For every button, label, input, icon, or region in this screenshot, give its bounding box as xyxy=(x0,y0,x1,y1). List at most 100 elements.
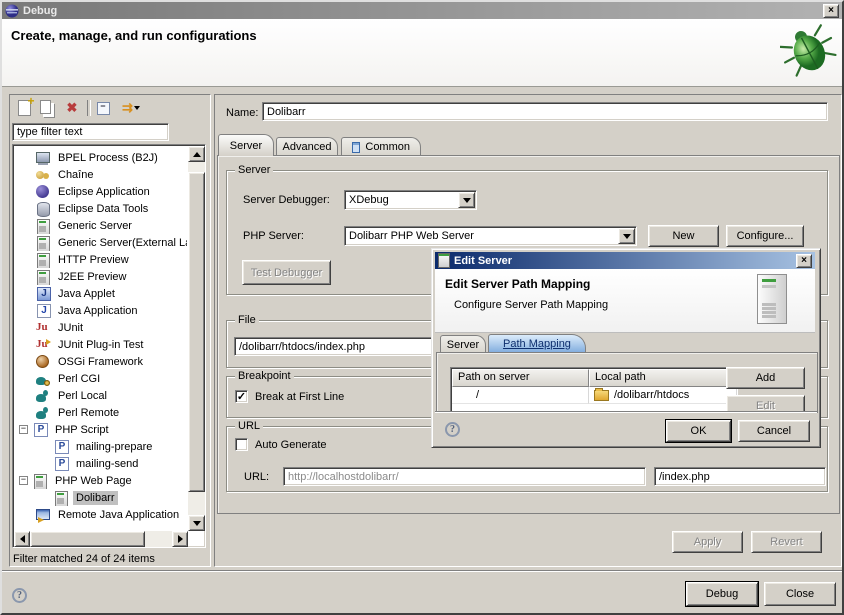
help-icon[interactable]: ? xyxy=(12,588,27,603)
dialog-tab-server[interactable]: Server xyxy=(440,335,486,353)
tab-server[interactable]: Server xyxy=(218,134,274,156)
column-header-local-path[interactable]: Local path xyxy=(589,369,737,387)
collapse-all-icon[interactable]: − xyxy=(92,98,114,118)
osgi-icon xyxy=(35,354,51,370)
duplicate-configuration-icon[interactable] xyxy=(37,98,59,118)
filter-configurations-icon[interactable]: ⇉ xyxy=(116,98,146,118)
tab-advanced[interactable]: Advanced xyxy=(276,137,338,156)
tree-item-dolibarr[interactable]: Dolibarr xyxy=(15,489,187,506)
bug-icon xyxy=(780,22,838,78)
eclipse-sphere-icon xyxy=(35,184,51,200)
ok-button[interactable]: OK xyxy=(666,420,731,442)
debug-button[interactable]: Debug xyxy=(686,582,758,606)
name-input[interactable] xyxy=(262,102,828,121)
auto-generate-checkbox[interactable] xyxy=(235,438,248,451)
new-configuration-icon[interactable] xyxy=(13,98,35,118)
php-icon xyxy=(32,422,48,438)
tree-item-generic-server[interactable]: Generic Server xyxy=(15,217,187,234)
configuration-tree: BPEL Process (B2J) Chaîne Eclipse Applic… xyxy=(12,144,206,548)
tree-item-http-preview[interactable]: HTTP Preview xyxy=(15,251,187,268)
cancel-button[interactable]: Cancel xyxy=(738,420,810,442)
java-application-icon xyxy=(35,303,51,319)
tree-item-php-web-page[interactable]: −PHP Web Page xyxy=(15,472,187,489)
filter-input[interactable] xyxy=(12,123,169,141)
tree-item-remote-java-application[interactable]: Remote Java Application xyxy=(15,506,187,523)
tree-item-j2ee-preview[interactable]: J2EE Preview xyxy=(15,268,187,285)
revert-button[interactable]: Revert xyxy=(751,531,822,553)
dialog-subheading: Configure Server Path Mapping xyxy=(454,299,608,311)
junit-icon xyxy=(35,320,51,336)
php-icon xyxy=(53,439,69,455)
apply-button[interactable]: Apply xyxy=(672,531,743,553)
new-server-button[interactable]: New xyxy=(648,225,719,247)
php-server-combo[interactable]: Dolibarr PHP Web Server xyxy=(344,226,637,246)
collapse-toggle[interactable]: − xyxy=(19,476,28,485)
combo-dropdown-icon[interactable] xyxy=(618,228,635,244)
dialog-header: Edit Server Path Mapping Configure Serve… xyxy=(435,269,815,333)
tree-item-chaine[interactable]: Chaîne xyxy=(15,166,187,183)
common-tab-icon xyxy=(352,142,360,153)
tree-item-perl-remote[interactable]: Perl Remote xyxy=(15,404,187,421)
dialog-tab-path-mapping[interactable]: Path Mapping xyxy=(488,334,586,353)
scroll-up-button[interactable] xyxy=(188,146,205,162)
url-path-input[interactable] xyxy=(654,467,826,486)
tree-item-osgi-framework[interactable]: OSGi Framework xyxy=(15,353,187,370)
dialog-help-icon[interactable]: ? xyxy=(445,422,460,437)
tree-item-junit[interactable]: JUnit xyxy=(15,319,187,336)
scroll-down-button[interactable] xyxy=(188,515,205,531)
vertical-scroll-thumb[interactable] xyxy=(188,172,205,492)
window-close-button[interactable]: × xyxy=(823,4,839,18)
break-first-line-checkbox[interactable]: ✓ xyxy=(235,390,248,403)
tree-item-mailing-send[interactable]: mailing-send xyxy=(15,455,187,472)
url-label: URL: xyxy=(244,471,269,483)
tree-item-eclipse-application[interactable]: Eclipse Application xyxy=(15,183,187,200)
combo-dropdown-icon[interactable] xyxy=(458,192,475,208)
delete-configuration-icon[interactable]: ✖ xyxy=(61,98,83,118)
tree-item-perl-local[interactable]: Perl Local xyxy=(15,387,187,404)
tab-common[interactable]: Common xyxy=(341,137,421,156)
table-cell-local-path[interactable]: /dolibarr/htdocs xyxy=(589,387,737,404)
tree-item-mailing-prepare[interactable]: mailing-prepare xyxy=(15,438,187,455)
add-mapping-button[interactable]: Add xyxy=(726,367,805,389)
tree-horizontal-scrollbar[interactable] xyxy=(14,531,188,547)
breakpoint-group-title: Breakpoint xyxy=(235,370,294,382)
tree-item-bpel-process[interactable]: BPEL Process (B2J) xyxy=(15,149,187,166)
table-cell-server-path[interactable]: / xyxy=(452,387,589,404)
tree-item-java-applet[interactable]: Java Applet xyxy=(15,285,187,302)
tree-item-php-script[interactable]: −PHP Script xyxy=(15,421,187,438)
java-applet-icon xyxy=(35,286,51,302)
dialog-close-button[interactable]: × xyxy=(796,254,812,268)
perl-icon xyxy=(35,388,51,404)
window-title: Debug xyxy=(23,5,823,17)
close-button[interactable]: Close xyxy=(764,582,836,606)
collapse-toggle[interactable]: − xyxy=(19,425,28,434)
dropdown-caret-icon xyxy=(134,106,140,110)
configure-server-button[interactable]: Configure... xyxy=(726,225,804,247)
path-mapping-table: Path on server Local path / /dolibarr/ht… xyxy=(450,367,738,413)
tree-item-generic-server-external[interactable]: Generic Server(External La xyxy=(15,234,187,251)
server-icon xyxy=(35,218,51,234)
perl-cgi-icon xyxy=(35,371,51,387)
server-debugger-combo[interactable]: XDebug xyxy=(344,190,477,210)
test-debugger-button[interactable]: Test Debugger xyxy=(242,260,331,285)
eclipse-icon xyxy=(5,4,19,18)
scroll-right-button[interactable] xyxy=(172,531,188,547)
dialog-title: Edit Server xyxy=(454,255,796,267)
banner-heading: Create, manage, and run configurations xyxy=(11,28,257,43)
debug-configurations-window: Debug × Create, manage, and run configur… xyxy=(0,0,844,615)
perl-icon xyxy=(35,405,51,421)
filter-status: Filter matched 24 of 24 items xyxy=(13,553,155,565)
tree-item-java-application[interactable]: Java Application xyxy=(15,302,187,319)
php-server-label: PHP Server: xyxy=(243,230,304,242)
server-group-title: Server xyxy=(235,164,273,176)
tree-item-eclipse-data-tools[interactable]: Eclipse Data Tools xyxy=(15,200,187,217)
column-header-path-on-server[interactable]: Path on server xyxy=(452,369,589,387)
tree-rows: BPEL Process (B2J) Chaîne Eclipse Applic… xyxy=(15,149,187,523)
horizontal-scroll-thumb[interactable] xyxy=(30,531,145,547)
tree-vertical-scrollbar[interactable] xyxy=(188,146,205,531)
tree-item-perl-cgi[interactable]: Perl CGI xyxy=(15,370,187,387)
tree-item-junit-plugin-test[interactable]: JUnit Plug-in Test xyxy=(15,336,187,353)
scroll-left-button[interactable] xyxy=(14,531,30,547)
database-icon xyxy=(35,201,51,217)
server-debugger-label: Server Debugger: xyxy=(243,194,330,206)
